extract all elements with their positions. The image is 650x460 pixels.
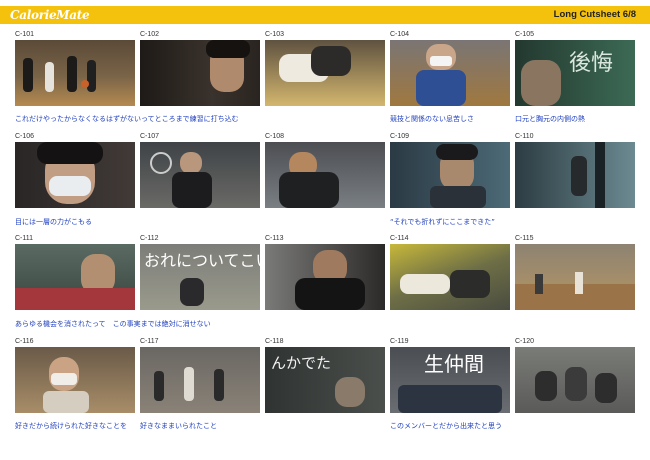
caption: このメンバーとだから出来たと思う [390, 422, 502, 430]
cut-id: C-110 [515, 133, 534, 140]
cut-id: C-109 [390, 133, 410, 140]
cut-thumbnail [15, 244, 135, 310]
overlay-text: おれについてこい [144, 251, 260, 270]
cut-id: C-114 [390, 235, 409, 242]
caption: 競技と関係のない息苦しさ [390, 115, 474, 123]
header-bar: CalorieMate Long Cutsheet 6/8 [0, 6, 650, 24]
caption: 口元と胸元の内側の熱 [515, 115, 585, 123]
cut-thumbnail [515, 347, 635, 413]
cut-cell: C-112 おれについてこい [140, 235, 260, 310]
cut-thumbnail: 後悔 [515, 40, 635, 106]
overlay-text: 生仲間 [424, 352, 484, 376]
cut-id: C-108 [265, 133, 285, 140]
cut-cell: C-111 [15, 235, 135, 310]
cut-id: C-104 [390, 31, 410, 38]
sheet-title: Long Cutsheet 6/8 [553, 9, 636, 20]
cut-thumbnail [140, 142, 260, 208]
cut-thumbnail [140, 40, 260, 106]
cut-id: C-119 [390, 338, 409, 345]
caption: 好きなままいられたこと [140, 422, 217, 430]
cut-cell: C-108 [265, 133, 385, 208]
cut-cell: C-119 生仲間 [390, 338, 510, 413]
cut-cell: C-103 [265, 31, 385, 106]
cut-id: C-107 [140, 133, 160, 140]
cut-cell: C-110 [515, 133, 635, 208]
cut-id: C-113 [265, 235, 284, 242]
cut-cell: C-101 [15, 31, 135, 106]
cut-thumbnail [390, 244, 510, 310]
cut-cell: C-113 [265, 235, 385, 310]
cut-thumbnail [15, 40, 135, 106]
overlay-text: んかでた [271, 354, 332, 372]
cut-cell: C-102 [140, 31, 260, 106]
cut-id: C-103 [265, 31, 285, 38]
caption: あらゆる機会を消されたって この事実までは絶対に消せない [15, 320, 211, 328]
caption: “それでも折れずにここまできた” [390, 218, 495, 226]
cut-id: C-106 [15, 133, 35, 140]
cut-cell: C-109 [390, 133, 510, 208]
overlay-text: 後悔 [569, 51, 614, 76]
cut-thumbnail [265, 40, 385, 106]
cut-cell: C-115 [515, 235, 635, 310]
cut-id: C-117 [140, 338, 159, 345]
cut-id: C-102 [140, 31, 160, 38]
cut-id: C-112 [140, 235, 159, 242]
cut-id: C-101 [15, 31, 35, 38]
calorie-mate-logo: CalorieMate [10, 8, 90, 22]
cut-thumbnail [515, 142, 635, 208]
cut-cell: C-120 [515, 338, 635, 413]
cut-cell: C-106 [15, 133, 135, 208]
cut-id: C-111 [15, 235, 34, 242]
caption: 好きだから続けられた好きなことを [15, 422, 127, 430]
cut-thumbnail [390, 142, 510, 208]
cut-cell: C-107 [140, 133, 260, 208]
cut-cell: C-114 [390, 235, 510, 310]
cut-thumbnail [265, 244, 385, 310]
cut-id: C-115 [515, 235, 534, 242]
cut-thumbnail [390, 40, 510, 106]
cut-id: C-116 [15, 338, 34, 345]
cut-id: C-105 [515, 31, 535, 38]
cut-thumbnail: んかでた [265, 347, 385, 413]
cut-cell: C-104 [390, 31, 510, 106]
cut-cell: C-116 [15, 338, 135, 413]
cut-thumbnail [515, 244, 635, 310]
cut-cell: C-105 後悔 [515, 31, 635, 106]
cut-thumbnail: おれについてこい [140, 244, 260, 310]
caption: 目には一層の力がこもる [15, 218, 92, 226]
caption: これだけやったからなくなるはずがないってところまで練習に打ち込む [15, 115, 239, 123]
cut-thumbnail [15, 142, 135, 208]
cut-id: C-118 [265, 338, 284, 345]
cut-thumbnail [140, 347, 260, 413]
cut-thumbnail: 生仲間 [390, 347, 510, 413]
cut-thumbnail [265, 142, 385, 208]
cut-cell: C-117 [140, 338, 260, 413]
cut-thumbnail [15, 347, 135, 413]
cut-id: C-120 [515, 338, 535, 345]
cut-cell: C-118 んかでた [265, 338, 385, 413]
